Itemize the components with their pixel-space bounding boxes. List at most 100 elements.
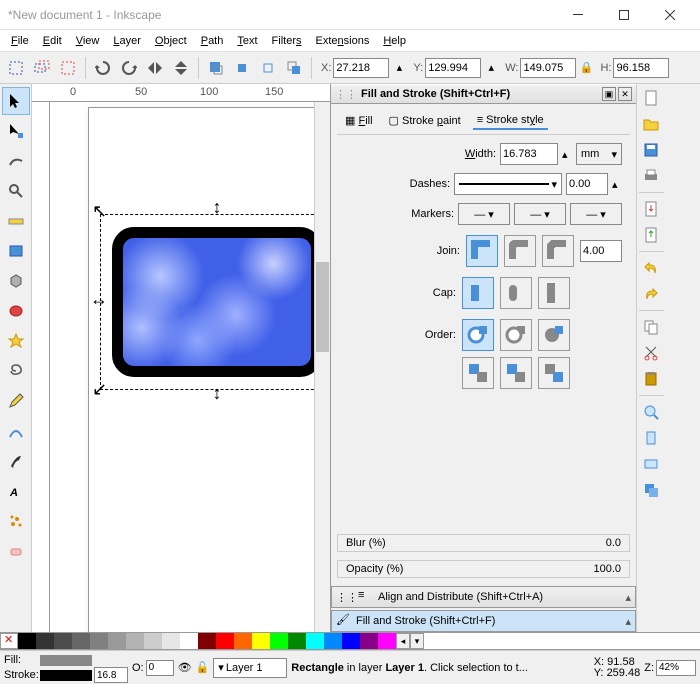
- rotate-cw-icon[interactable]: [117, 56, 141, 80]
- color-swatch[interactable]: [126, 633, 144, 649]
- zoom-fit-icon[interactable]: [639, 400, 663, 424]
- opacity-row[interactable]: Opacity (%) 100.0: [337, 560, 630, 578]
- join-round-button[interactable]: [504, 235, 536, 267]
- color-swatch[interactable]: [288, 633, 306, 649]
- spin-icon[interactable]: ▴: [483, 60, 499, 76]
- lower-icon[interactable]: [256, 56, 280, 80]
- zoom-page-icon[interactable]: [639, 426, 663, 450]
- order-2-button[interactable]: [500, 319, 532, 351]
- align-distribute-panel-collapsed[interactable]: ⋮⋮ ≡ Align and Distribute (Shift+Ctrl+A)…: [331, 586, 636, 608]
- order-1-button[interactable]: [462, 319, 494, 351]
- spinner-icon[interactable]: ▴: [562, 148, 572, 161]
- palette-scroll-left[interactable]: ◂: [396, 633, 410, 649]
- marker-start-select[interactable]: — ▾: [458, 203, 510, 225]
- pencil-tool[interactable]: [2, 387, 30, 415]
- palette-menu[interactable]: ▾: [410, 633, 424, 649]
- raise-top-icon[interactable]: [204, 56, 228, 80]
- unit-select[interactable]: mm▾: [576, 143, 622, 165]
- stroke-width-status[interactable]: [94, 667, 128, 683]
- minimize-button[interactable]: [556, 1, 600, 29]
- panel-minimize-icon[interactable]: ▣: [602, 87, 616, 101]
- star-tool[interactable]: [2, 327, 30, 355]
- order-4-button[interactable]: [462, 357, 494, 389]
- color-swatch[interactable]: [216, 633, 234, 649]
- calligraphy-tool[interactable]: [2, 447, 30, 475]
- handle-s[interactable]: ↕: [210, 388, 224, 402]
- color-swatch[interactable]: [108, 633, 126, 649]
- h-input[interactable]: [613, 58, 669, 78]
- layer-visibility-icon[interactable]: 👁: [178, 661, 192, 674]
- blur-row[interactable]: Blur (%) 0.0: [337, 534, 630, 552]
- select-all-icon[interactable]: [4, 56, 28, 80]
- join-bevel-button[interactable]: [542, 235, 574, 267]
- stroke-swatch[interactable]: [40, 670, 92, 681]
- layer-lock-icon[interactable]: 🔓: [196, 661, 210, 674]
- y-input[interactable]: [425, 58, 481, 78]
- export-icon[interactable]: [639, 223, 663, 247]
- flip-v-icon[interactable]: [169, 56, 193, 80]
- spray-tool[interactable]: [2, 507, 30, 535]
- handle-n[interactable]: ↕: [210, 202, 224, 216]
- raise-icon[interactable]: [230, 56, 254, 80]
- select-all-layers-icon[interactable]: [30, 56, 54, 80]
- close-button[interactable]: [648, 1, 692, 29]
- flip-h-icon[interactable]: [143, 56, 167, 80]
- cap-butt-button[interactable]: [462, 277, 494, 309]
- w-input[interactable]: [520, 58, 576, 78]
- menu-help[interactable]: Help: [376, 33, 413, 49]
- spiral-tool[interactable]: [2, 357, 30, 385]
- tweak-tool[interactable]: [2, 147, 30, 175]
- miter-limit-input[interactable]: [580, 240, 622, 262]
- no-color-swatch[interactable]: [0, 633, 18, 649]
- color-swatch[interactable]: [162, 633, 180, 649]
- color-swatch[interactable]: [252, 633, 270, 649]
- cap-round-button[interactable]: [500, 277, 532, 309]
- menu-view[interactable]: View: [69, 33, 107, 49]
- color-swatch[interactable]: [360, 633, 378, 649]
- color-swatch[interactable]: [144, 633, 162, 649]
- spin-icon[interactable]: ▴: [391, 60, 407, 76]
- lower-bottom-icon[interactable]: [282, 56, 306, 80]
- x-input[interactable]: [333, 58, 389, 78]
- zoom-tool[interactable]: [2, 177, 30, 205]
- duplicate-icon[interactable]: [639, 478, 663, 502]
- print-icon[interactable]: [639, 164, 663, 188]
- panel-close-icon[interactable]: ✕: [618, 87, 632, 101]
- dash-pattern-select[interactable]: ▾: [454, 173, 562, 195]
- color-swatch[interactable]: [270, 633, 288, 649]
- lock-icon[interactable]: 🔒: [578, 60, 594, 76]
- color-swatch[interactable]: [54, 633, 72, 649]
- menu-path[interactable]: Path: [194, 33, 231, 49]
- menu-text[interactable]: Text: [230, 33, 264, 49]
- open-icon[interactable]: [639, 112, 663, 136]
- menu-extensions[interactable]: Extensions: [309, 33, 377, 49]
- redo-icon[interactable]: [639, 282, 663, 306]
- selector-tool[interactable]: [2, 87, 30, 115]
- vertical-scrollbar[interactable]: [314, 102, 330, 632]
- text-tool[interactable]: A: [2, 477, 30, 505]
- color-swatch[interactable]: [90, 633, 108, 649]
- zoom-input[interactable]: [656, 660, 696, 676]
- marker-end-select[interactable]: — ▾: [570, 203, 622, 225]
- handle-w[interactable]: ↔: [90, 294, 104, 308]
- panel-header[interactable]: ⋮⋮ Fill and Stroke (Shift+Ctrl+F) ▣ ✕: [331, 84, 636, 104]
- color-swatch[interactable]: [72, 633, 90, 649]
- fill-stroke-panel-collapsed[interactable]: 🖌 Fill and Stroke (Shift+Ctrl+F) ▴: [331, 610, 636, 632]
- paste-icon[interactable]: [639, 367, 663, 391]
- menu-layer[interactable]: Layer: [106, 33, 148, 49]
- deselect-icon[interactable]: [56, 56, 80, 80]
- color-swatch[interactable]: [180, 633, 198, 649]
- marker-mid-select[interactable]: — ▾: [514, 203, 566, 225]
- dash-offset-input[interactable]: [566, 173, 608, 195]
- spinner-icon[interactable]: ▴: [612, 178, 622, 191]
- order-5-button[interactable]: [500, 357, 532, 389]
- color-swatch[interactable]: [324, 633, 342, 649]
- rotate-ccw-icon[interactable]: [91, 56, 115, 80]
- menu-file[interactable]: File: [4, 33, 36, 49]
- handle-sw[interactable]: ↙: [92, 384, 106, 398]
- maximize-button[interactable]: [602, 1, 646, 29]
- node-tool[interactable]: [2, 117, 30, 145]
- measure-tool[interactable]: [2, 207, 30, 235]
- save-icon[interactable]: [639, 138, 663, 162]
- import-icon[interactable]: [639, 197, 663, 221]
